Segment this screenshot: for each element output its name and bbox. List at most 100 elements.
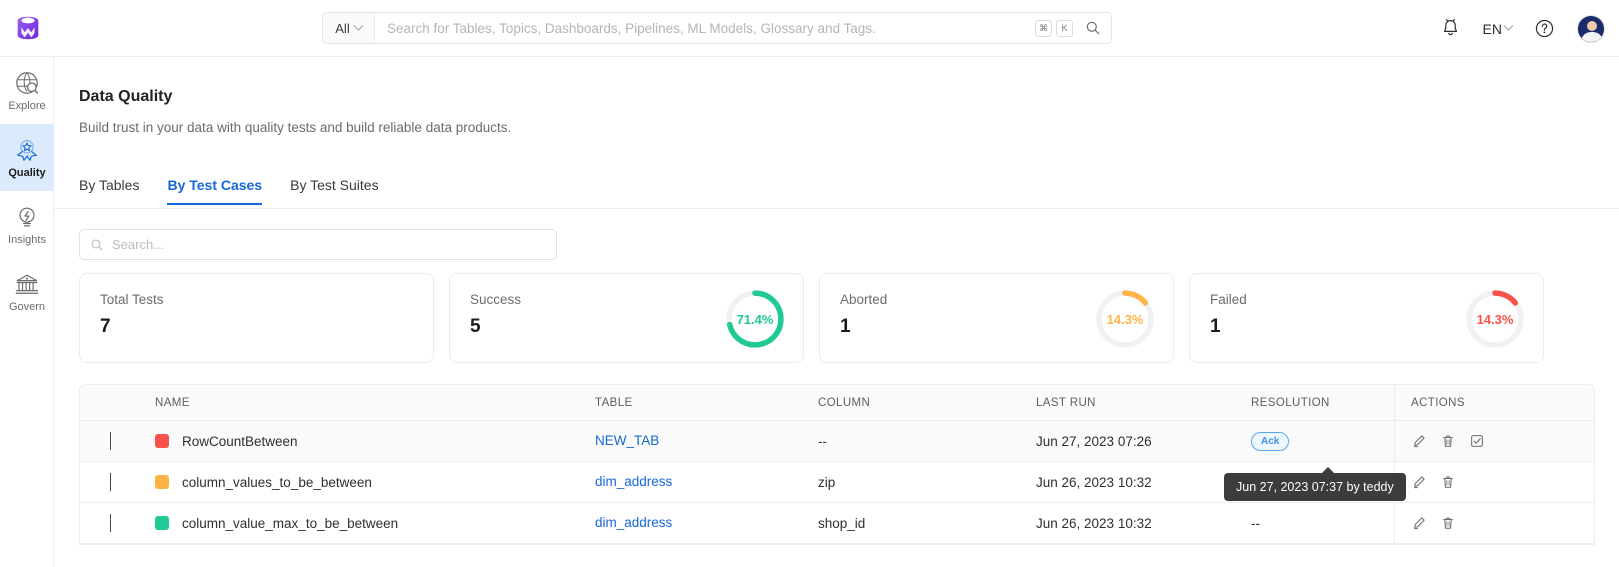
search-scope-label: All xyxy=(335,20,350,36)
cell-name: column_value_max_to_be_between xyxy=(155,516,595,531)
column-header-table[interactable]: TABLE xyxy=(595,397,818,409)
sidebar-item-quality[interactable]: Quality xyxy=(0,124,54,191)
global-search: All ⌘ K xyxy=(322,12,1112,44)
table-link[interactable]: dim_address xyxy=(595,515,672,530)
edit-icon[interactable] xyxy=(1411,433,1427,449)
test-case-search xyxy=(79,229,557,260)
tab-bar: By Tables By Test Cases By Test Suites xyxy=(79,177,379,205)
page-title: Data Quality xyxy=(79,88,173,105)
edit-icon[interactable] xyxy=(1411,474,1427,490)
sidebar-item-label: Quality xyxy=(8,166,46,179)
chevron-down-icon xyxy=(1503,20,1514,31)
search-input[interactable] xyxy=(112,237,546,252)
column-header-name[interactable]: NAME xyxy=(155,397,595,409)
openmetadata-logo-icon xyxy=(17,16,38,40)
cell-column: shop_id xyxy=(818,515,866,531)
sidebar-item-govern[interactable]: Govern xyxy=(0,258,54,325)
summary-cards: Total Tests 7 Success 5 71.4% Aborted 1 xyxy=(79,273,1544,363)
cell-table: dim_address xyxy=(595,473,818,491)
sidebar-item-insights[interactable]: Insights xyxy=(0,191,54,258)
test-case-name: column_value_max_to_be_between xyxy=(182,515,399,531)
page-subtitle: Build trust in your data with quality te… xyxy=(79,120,512,135)
chevron-right-icon[interactable] xyxy=(110,514,111,532)
top-bar: All ⌘ K xyxy=(0,0,1619,57)
cell-name: RowCountBetween xyxy=(155,434,595,449)
sidebar-item-label: Govern xyxy=(8,300,46,313)
avatar-body xyxy=(1581,31,1603,42)
chevron-down-icon xyxy=(353,20,364,31)
status-badge[interactable]: Ack xyxy=(1251,432,1290,451)
app-root: All ⌘ K xyxy=(0,0,1619,567)
test-case-name: RowCountBetween xyxy=(182,433,298,449)
card-aborted: Aborted 1 14.3% xyxy=(819,273,1174,363)
app-logo[interactable] xyxy=(0,13,55,43)
language-label: EN xyxy=(1482,20,1502,37)
topbar-actions: EN xyxy=(1440,0,1605,57)
table-link[interactable]: dim_address xyxy=(595,474,672,489)
kbd-cmd: ⌘ xyxy=(1035,19,1052,37)
sidebar-item-label: Insights xyxy=(8,233,46,246)
row-expander-cell xyxy=(80,473,155,491)
card-success: Success 5 71.4% xyxy=(449,273,804,363)
status-swatch xyxy=(155,516,169,530)
tooltip-arrow xyxy=(1321,467,1335,474)
table-header-row: NAME TABLE COLUMN LAST RUN RESOLUTION AC… xyxy=(80,385,1594,421)
table-row[interactable]: RowCountBetween NEW_TAB -- Jun 27, 2023 … xyxy=(80,421,1594,462)
user-avatar[interactable] xyxy=(1577,14,1605,43)
tab-by-test-suites[interactable]: By Test Suites xyxy=(290,177,378,205)
success-donut-chart: 71.4% xyxy=(723,287,787,351)
column-header-column[interactable]: COLUMN xyxy=(818,397,1036,409)
card-label: Total Tests xyxy=(100,292,164,307)
chevron-right-icon[interactable] xyxy=(110,473,111,491)
resolve-check-icon[interactable] xyxy=(1469,433,1485,449)
test-case-name: column_values_to_be_between xyxy=(182,474,372,490)
card-percent: 71.4% xyxy=(736,311,774,327)
search-shortcut-hint: ⌘ K xyxy=(1035,13,1081,43)
card-total-tests: Total Tests 7 xyxy=(79,273,434,363)
row-expander-cell xyxy=(80,432,155,450)
status-swatch xyxy=(155,434,169,448)
search-scope-selector[interactable]: All xyxy=(323,13,375,43)
search-submit-button[interactable] xyxy=(1081,13,1111,43)
resolution-tooltip: Jun 27, 2023 07:37 by teddy xyxy=(1224,467,1406,501)
tab-by-tables[interactable]: By Tables xyxy=(79,177,139,205)
tooltip-text: Jun 27, 2023 07:37 by teddy xyxy=(1236,480,1394,494)
chevron-right-icon[interactable] xyxy=(110,432,111,450)
help-circle-icon xyxy=(1535,19,1554,38)
lightbulb-icon xyxy=(19,207,35,227)
failed-donut-chart: 14.3% xyxy=(1463,287,1527,351)
cell-table: NEW_TAB xyxy=(595,432,818,450)
table-row[interactable]: column_value_max_to_be_between dim_addre… xyxy=(80,503,1594,544)
notifications-button[interactable] xyxy=(1440,18,1461,39)
delete-icon[interactable] xyxy=(1440,433,1456,449)
sidebar-item-explore[interactable]: Explore xyxy=(0,57,54,124)
card-percent: 14.3% xyxy=(1476,311,1514,327)
quality-ribbon-icon xyxy=(17,139,37,161)
cell-resolution: Ack xyxy=(1251,431,1394,451)
language-selector[interactable]: EN xyxy=(1482,20,1514,37)
table-link[interactable]: NEW_TAB xyxy=(595,433,659,448)
kbd-k: K xyxy=(1056,19,1073,37)
delete-icon[interactable] xyxy=(1440,474,1456,490)
bank-icon xyxy=(15,274,39,294)
column-header-last-run[interactable]: LAST RUN xyxy=(1036,397,1251,409)
cell-column: zip xyxy=(818,474,836,490)
delete-icon[interactable] xyxy=(1440,515,1456,531)
cell-last-run: Jun 26, 2023 10:32 xyxy=(1036,515,1152,531)
card-value: 7 xyxy=(100,316,111,337)
card-failed: Failed 1 14.3% xyxy=(1189,273,1544,363)
cell-table: dim_address xyxy=(595,514,818,532)
cell-resolution: -- xyxy=(1251,515,1260,531)
help-button[interactable] xyxy=(1534,18,1555,39)
tab-by-test-cases[interactable]: By Test Cases xyxy=(167,177,263,205)
edit-icon[interactable] xyxy=(1411,515,1427,531)
global-search-input[interactable] xyxy=(375,13,1035,43)
cell-actions xyxy=(1394,421,1594,461)
test-cases-table: NAME TABLE COLUMN LAST RUN RESOLUTION AC… xyxy=(79,384,1595,545)
card-percent: 14.3% xyxy=(1106,311,1144,327)
cell-actions xyxy=(1394,503,1594,543)
column-header-resolution[interactable]: RESOLUTION xyxy=(1251,397,1394,409)
left-sidebar: Explore Quality Insights Govern xyxy=(0,57,54,567)
notification-bell-icon xyxy=(1443,19,1457,36)
sidebar-item-label: Explore xyxy=(8,99,46,112)
